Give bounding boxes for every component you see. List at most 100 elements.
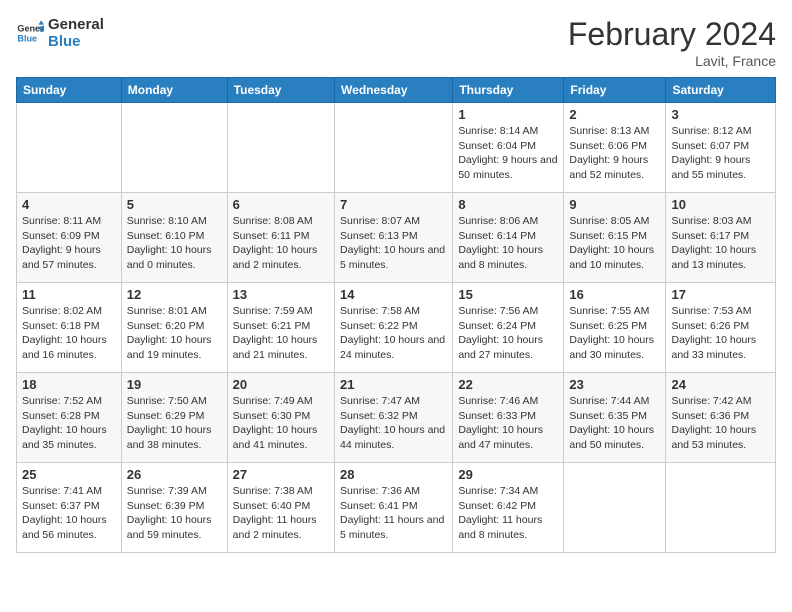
day-cell: 3Sunrise: 8:12 AMSunset: 6:07 PMDaylight…	[666, 103, 776, 193]
day-number: 8	[458, 197, 558, 212]
day-info: Sunrise: 7:39 AMSunset: 6:39 PMDaylight:…	[127, 484, 222, 543]
day-info: Sunrise: 7:47 AMSunset: 6:32 PMDaylight:…	[340, 394, 447, 453]
day-cell: 8 Sunrise: 8:06 AMSunset: 6:14 PMDaylight…	[453, 193, 564, 283]
day-number: 25	[22, 467, 116, 482]
day-cell: 7 Sunrise: 8:07 AMSunset: 6:13 PMDaylight…	[335, 193, 453, 283]
month-title: February 2024	[568, 16, 776, 53]
day-cell: 18Sunrise: 7:52 AMSunset: 6:28 PMDayligh…	[17, 373, 122, 463]
day-cell: 28Sunrise: 7:36 AMSunset: 6:41 PMDayligh…	[335, 463, 453, 553]
day-number: 23	[569, 377, 660, 392]
day-number: 18	[22, 377, 116, 392]
day-cell: 23 Sunrise: 7:44 AMSunset: 6:35 PMDayligh…	[564, 373, 666, 463]
day-info: Sunrise: 7:42 AMSunset: 6:36 PMDaylight:…	[671, 394, 770, 453]
day-number: 1	[458, 107, 558, 122]
day-info: Sunrise: 7:53 AMSunset: 6:26 PMDaylight:…	[671, 304, 770, 363]
svg-text:Blue: Blue	[17, 33, 37, 43]
day-number: 24	[671, 377, 770, 392]
day-number: 9	[569, 197, 660, 212]
day-info: Sunrise: 7:55 AMSunset: 6:25 PMDaylight:…	[569, 304, 660, 363]
column-header-saturday: Saturday	[666, 78, 776, 103]
calendar-body: 1 Sunrise: 8:14 AMSunset: 6:04 PMDaylight…	[17, 103, 776, 553]
day-info: Sunrise: 7:44 AMSunset: 6:35 PMDaylight:…	[569, 394, 660, 453]
day-number: 6	[233, 197, 329, 212]
day-info: Sunrise: 8:14 AMSunset: 6:04 PMDaylight:…	[458, 124, 558, 183]
day-cell: 1 Sunrise: 8:14 AMSunset: 6:04 PMDaylight…	[453, 103, 564, 193]
day-cell	[666, 463, 776, 553]
location: Lavit, France	[568, 53, 776, 69]
day-number: 2	[569, 107, 660, 122]
day-number: 14	[340, 287, 447, 302]
day-info: Sunrise: 7:56 AMSunset: 6:24 PMDaylight:…	[458, 304, 558, 363]
day-info: Sunrise: 7:58 AMSunset: 6:22 PMDaylight:…	[340, 304, 447, 363]
day-cell: 6 Sunrise: 8:08 AMSunset: 6:11 PMDaylight…	[227, 193, 334, 283]
day-cell: 16Sunrise: 7:55 AMSunset: 6:25 PMDayligh…	[564, 283, 666, 373]
day-number: 20	[233, 377, 329, 392]
title-block: February 2024 Lavit, France	[568, 16, 776, 69]
day-cell: 11 Sunrise: 8:02 AMSunset: 6:18 PMDayligh…	[17, 283, 122, 373]
day-info: Sunrise: 8:08 AMSunset: 6:11 PMDaylight:…	[233, 214, 329, 273]
day-number: 7	[340, 197, 447, 212]
day-cell: 26Sunrise: 7:39 AMSunset: 6:39 PMDayligh…	[121, 463, 227, 553]
calendar-header: SundayMondayTuesdayWednesdayThursdayFrid…	[17, 78, 776, 103]
day-cell: 21 Sunrise: 7:47 AMSunset: 6:32 PMDayligh…	[335, 373, 453, 463]
day-cell: 15 Sunrise: 7:56 AMSunset: 6:24 PMDayligh…	[453, 283, 564, 373]
day-info: Sunrise: 7:41 AMSunset: 6:37 PMDaylight:…	[22, 484, 116, 543]
day-cell: 25 Sunrise: 7:41 AMSunset: 6:37 PMDayligh…	[17, 463, 122, 553]
day-number: 3	[671, 107, 770, 122]
day-number: 27	[233, 467, 329, 482]
day-cell: 17Sunrise: 7:53 AMSunset: 6:26 PMDayligh…	[666, 283, 776, 373]
day-info: Sunrise: 8:06 AMSunset: 6:14 PMDaylight:…	[458, 214, 558, 273]
day-number: 11	[22, 287, 116, 302]
day-cell	[121, 103, 227, 193]
week-row-3: 11 Sunrise: 8:02 AMSunset: 6:18 PMDayligh…	[17, 283, 776, 373]
day-number: 29	[458, 467, 558, 482]
day-info: Sunrise: 8:05 AMSunset: 6:15 PMDaylight:…	[569, 214, 660, 273]
day-cell: 13 Sunrise: 7:59 AMSunset: 6:21 PMDayligh…	[227, 283, 334, 373]
day-info: Sunrise: 8:07 AMSunset: 6:13 PMDaylight:…	[340, 214, 447, 273]
day-info: Sunrise: 7:49 AMSunset: 6:30 PMDaylight:…	[233, 394, 329, 453]
day-info: Sunrise: 8:11 AMSunset: 6:09 PMDaylight:…	[22, 214, 116, 273]
day-info: Sunrise: 8:02 AMSunset: 6:18 PMDaylight:…	[22, 304, 116, 363]
day-number: 21	[340, 377, 447, 392]
day-info: Sunrise: 7:38 AMSunset: 6:40 PMDaylight:…	[233, 484, 329, 543]
logo-general-text: General	[48, 16, 104, 33]
day-cell: 2 Sunrise: 8:13 AMSunset: 6:06 PMDaylight…	[564, 103, 666, 193]
day-number: 10	[671, 197, 770, 212]
week-row-1: 1 Sunrise: 8:14 AMSunset: 6:04 PMDaylight…	[17, 103, 776, 193]
day-cell: 24 Sunrise: 7:42 AMSunset: 6:36 PMDayligh…	[666, 373, 776, 463]
logo-icon: General Blue	[16, 19, 44, 47]
day-number: 13	[233, 287, 329, 302]
day-info: Sunrise: 8:10 AMSunset: 6:10 PMDaylight:…	[127, 214, 222, 273]
day-number: 15	[458, 287, 558, 302]
day-number: 19	[127, 377, 222, 392]
day-cell	[335, 103, 453, 193]
day-cell: 9 Sunrise: 8:05 AMSunset: 6:15 PMDaylight…	[564, 193, 666, 283]
logo: General Blue General Blue	[16, 16, 104, 50]
day-info: Sunrise: 8:01 AMSunset: 6:20 PMDaylight:…	[127, 304, 222, 363]
day-cell: 22Sunrise: 7:46 AMSunset: 6:33 PMDayligh…	[453, 373, 564, 463]
day-cell: 10Sunrise: 8:03 AMSunset: 6:17 PMDayligh…	[666, 193, 776, 283]
day-number: 28	[340, 467, 447, 482]
day-cell: 19 Sunrise: 7:50 AMSunset: 6:29 PMDayligh…	[121, 373, 227, 463]
header-row: SundayMondayTuesdayWednesdayThursdayFrid…	[17, 78, 776, 103]
week-row-5: 25 Sunrise: 7:41 AMSunset: 6:37 PMDayligh…	[17, 463, 776, 553]
page-header: General Blue General Blue February 2024 …	[16, 16, 776, 69]
column-header-tuesday: Tuesday	[227, 78, 334, 103]
day-cell: 5Sunrise: 8:10 AMSunset: 6:10 PMDaylight…	[121, 193, 227, 283]
column-header-thursday: Thursday	[453, 78, 564, 103]
week-row-4: 18Sunrise: 7:52 AMSunset: 6:28 PMDayligh…	[17, 373, 776, 463]
day-cell	[564, 463, 666, 553]
column-header-sunday: Sunday	[17, 78, 122, 103]
day-info: Sunrise: 7:59 AMSunset: 6:21 PMDaylight:…	[233, 304, 329, 363]
day-info: Sunrise: 8:13 AMSunset: 6:06 PMDaylight:…	[569, 124, 660, 183]
day-info: Sunrise: 7:50 AMSunset: 6:29 PMDaylight:…	[127, 394, 222, 453]
day-cell: 27 Sunrise: 7:38 AMSunset: 6:40 PMDayligh…	[227, 463, 334, 553]
day-cell	[17, 103, 122, 193]
day-number: 4	[22, 197, 116, 212]
day-number: 12	[127, 287, 222, 302]
day-cell: 29Sunrise: 7:34 AMSunset: 6:42 PMDayligh…	[453, 463, 564, 553]
logo-blue-text: Blue	[48, 33, 104, 50]
day-cell: 14 Sunrise: 7:58 AMSunset: 6:22 PMDayligh…	[335, 283, 453, 373]
day-cell: 20 Sunrise: 7:49 AMSunset: 6:30 PMDayligh…	[227, 373, 334, 463]
day-info: Sunrise: 7:46 AMSunset: 6:33 PMDaylight:…	[458, 394, 558, 453]
